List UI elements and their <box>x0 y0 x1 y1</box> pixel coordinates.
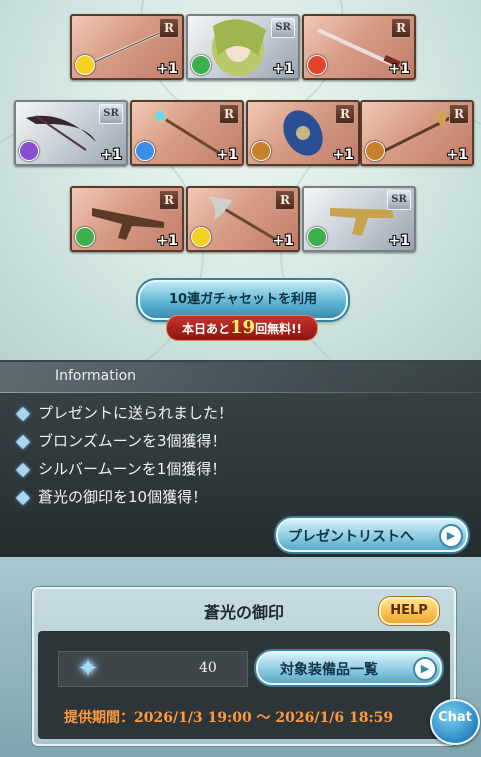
wind-element-icon <box>191 55 211 75</box>
diamond-bullet-icon <box>15 490 31 505</box>
arrow-right-icon: ▶ <box>413 657 437 681</box>
info-message: 蒼光の御印を10個獲得！ <box>15 486 207 507</box>
information-title: Information <box>55 368 137 384</box>
free-draws-badge: 本日あと19回無料!! <box>166 315 318 341</box>
item-card-3[interactable]: R +1 <box>302 14 416 80</box>
light-element-icon <box>75 55 95 75</box>
item-card-8[interactable]: R +1 <box>70 186 184 252</box>
item-card-9[interactable]: R +1 <box>186 186 300 252</box>
item-card-7[interactable]: R +1 <box>360 100 474 166</box>
dark-element-icon <box>19 141 39 161</box>
chat-button[interactable]: Chat <box>430 699 480 745</box>
information-panel: Information プレゼントに送られました！ ブロンズムーンを3個獲得！ … <box>0 360 481 557</box>
info-message: プレゼントに送られました！ <box>15 402 233 423</box>
availability-period: 提供期間：2026/1/3 19:00 〜 2026/1/6 18:59 <box>64 710 394 726</box>
item-card-6[interactable]: R +1 <box>246 100 360 166</box>
diamond-bullet-icon <box>15 434 31 449</box>
seal-count: 40 <box>199 660 217 676</box>
ten-draw-set-button[interactable]: 10連ガチャセットを利用 <box>138 280 348 320</box>
present-list-button[interactable]: プレゼントリストへ ▶ <box>276 518 468 552</box>
eligible-equipment-button[interactable]: 対象装備品一覧 ▶ <box>256 651 442 685</box>
seal-count-box: ✦ 40 <box>58 651 248 687</box>
arrow-right-icon: ▶ <box>439 524 463 548</box>
item-card-1[interactable]: R +1 <box>70 14 184 80</box>
light-element-icon <box>191 227 211 247</box>
diamond-bullet-icon <box>15 462 31 477</box>
item-card-4[interactable]: SR +1 <box>14 100 128 166</box>
blue-seal-icon: ✦ <box>77 654 99 684</box>
seal-details: ✦ 40 対象装備品一覧 ▶ 提供期間：2026/1/3 19:00 〜 202… <box>38 631 450 739</box>
diamond-bullet-icon <box>15 406 31 421</box>
item-card-10[interactable]: SR +1 <box>302 186 416 252</box>
item-card-2[interactable]: SR +1 <box>186 14 300 80</box>
earth-element-icon <box>365 141 385 161</box>
seal-panel: 蒼光の御印 HELP ✦ 40 対象装備品一覧 ▶ 提供期間：2026/1/3 … <box>32 587 456 746</box>
info-message: シルバームーンを1個獲得！ <box>15 458 226 479</box>
info-message: ブロンズムーンを3個獲得！ <box>15 430 227 451</box>
divider <box>0 392 481 393</box>
item-card-5[interactable]: R +1 <box>130 100 244 166</box>
gacha-result-area: R +1 SR +1 R +1 SR +1 R +1 R +1 R +1 R +… <box>0 0 481 360</box>
help-button[interactable]: HELP <box>379 597 439 625</box>
wind-element-icon <box>75 227 95 247</box>
item-exchange-area: 蒼光の御印 HELP ✦ 40 対象装備品一覧 ▶ 提供期間：2026/1/3 … <box>0 557 481 757</box>
wind-element-icon <box>307 227 327 247</box>
earth-element-icon <box>251 141 271 161</box>
fire-element-icon <box>307 55 327 75</box>
water-element-icon <box>135 141 155 161</box>
